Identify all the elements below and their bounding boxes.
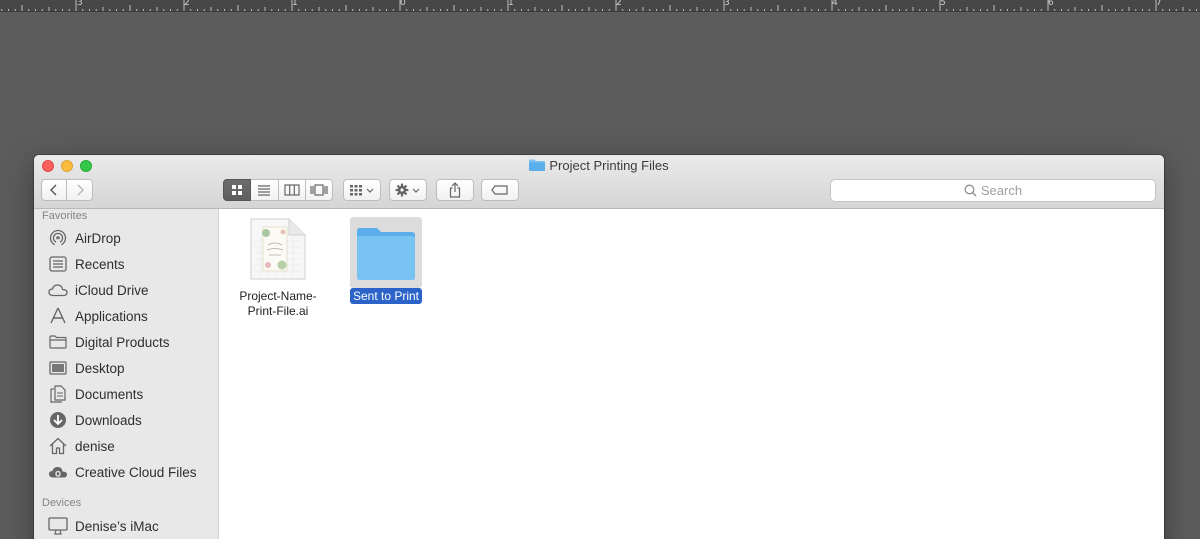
- list-view-button[interactable]: [251, 179, 279, 201]
- ai-file-icon: [250, 218, 306, 280]
- ruler-label: 1: [508, 0, 514, 8]
- sidebar-item-airdrop[interactable]: AirDrop: [48, 228, 121, 248]
- sidebar-item-label: Downloads: [75, 412, 142, 428]
- titlebar: Project Printing Files Search: [34, 155, 1164, 209]
- ruler-label: 6: [1048, 0, 1054, 8]
- window-title: Project Printing Files: [34, 158, 1164, 173]
- file-name-line2: Print-File.ai: [247, 304, 309, 318]
- downloads-icon: [48, 411, 68, 429]
- gallery-view-button[interactable]: [305, 179, 333, 201]
- file-browser-content: Project-Name- Print-File.ai Sent to Prin…: [220, 209, 1164, 539]
- devices-section-title: Devices: [42, 497, 82, 509]
- search-placeholder: Search: [980, 183, 1023, 198]
- file-name-line1: Project-Name-: [239, 289, 317, 303]
- action-button[interactable]: [389, 179, 427, 201]
- navigation-buttons: [41, 179, 93, 201]
- ruler-label: 7: [1156, 0, 1162, 8]
- sidebar-item-label: Applications: [75, 308, 148, 324]
- list-icon: [258, 185, 271, 196]
- sidebar-item-recents[interactable]: Recents: [48, 254, 125, 274]
- search-field[interactable]: Search: [830, 179, 1156, 202]
- view-mode-group: [223, 179, 333, 201]
- ruler-label: 2: [616, 0, 622, 8]
- ruler-label: 2: [184, 0, 190, 8]
- gear-icon: [395, 183, 420, 197]
- sidebar-item-label: Digital Products: [75, 334, 170, 350]
- ruler: 3 2 1 0 1 2 3 4 5 6 7: [0, 0, 1200, 12]
- chevron-left-icon: [50, 184, 57, 196]
- sidebar: Favorites AirDrop Recents iCloud Drive A…: [34, 209, 219, 539]
- icloud-icon: [48, 281, 68, 299]
- folder-name-selected[interactable]: Sent to Print: [349, 288, 423, 304]
- ruler-label: 1: [292, 0, 298, 8]
- folder-icon: [529, 159, 546, 171]
- applications-icon: [48, 307, 68, 325]
- sidebar-item-documents[interactable]: Documents: [48, 384, 143, 404]
- favorites-section-title: Favorites: [42, 210, 88, 222]
- chevron-right-icon: [77, 184, 84, 196]
- tags-button[interactable]: [481, 179, 519, 201]
- group-grid-icon: [350, 185, 374, 196]
- documents-icon: [48, 385, 68, 403]
- sidebar-item-icloud-drive[interactable]: iCloud Drive: [48, 280, 149, 300]
- back-button[interactable]: [41, 179, 67, 201]
- folder-icon: [48, 333, 68, 351]
- gallery-icon: [310, 184, 328, 196]
- desktop-icon: [48, 359, 68, 377]
- finder-window: Project Printing Files Search Favorites …: [34, 155, 1164, 539]
- sidebar-item-label: denise: [75, 438, 115, 454]
- imac-icon: [48, 517, 68, 535]
- airdrop-icon: [48, 229, 68, 247]
- ruler-label: 3: [77, 0, 83, 8]
- sidebar-item-creative-cloud-files[interactable]: Creative Cloud Files: [48, 462, 197, 482]
- home-icon: [48, 437, 68, 455]
- ruler-label: 0: [400, 0, 406, 8]
- sidebar-item-label: Recents: [75, 256, 125, 272]
- file-item-ai[interactable]: Project-Name- Print-File.ai: [230, 217, 326, 319]
- sidebar-item-label: Denise’s iMac: [75, 518, 159, 534]
- folder-item-sent-to-print[interactable]: Sent to Print: [338, 217, 434, 305]
- tag-icon: [491, 185, 508, 195]
- share-button[interactable]: [436, 179, 474, 201]
- sidebar-item-desktop[interactable]: Desktop: [48, 358, 125, 378]
- ruler-label: 5: [940, 0, 946, 8]
- sidebar-item-applications[interactable]: Applications: [48, 306, 148, 326]
- window-title-text: Project Printing Files: [549, 158, 669, 173]
- forward-button[interactable]: [67, 179, 93, 201]
- recents-icon: [48, 255, 68, 273]
- sidebar-item-imac[interactable]: Denise’s iMac: [48, 516, 159, 536]
- sidebar-item-digital-products[interactable]: Digital Products: [48, 332, 170, 352]
- sidebar-item-label: iCloud Drive: [75, 282, 149, 298]
- icon-view-button[interactable]: [223, 179, 252, 201]
- sidebar-item-label: Creative Cloud Files: [75, 464, 197, 480]
- search-icon: [964, 184, 977, 197]
- sidebar-item-label: AirDrop: [75, 230, 121, 246]
- sidebar-item-downloads[interactable]: Downloads: [48, 410, 142, 430]
- group-by-button[interactable]: [343, 179, 381, 201]
- sidebar-item-label: Desktop: [75, 360, 125, 376]
- grid-icon: [232, 185, 243, 195]
- sidebar-item-label: Documents: [75, 386, 144, 402]
- column-view-button[interactable]: [278, 179, 306, 201]
- columns-icon: [284, 184, 300, 196]
- ruler-ticks: [1, 0, 1197, 11]
- sidebar-item-denise[interactable]: denise: [48, 436, 115, 456]
- ruler-label: 4: [832, 0, 838, 8]
- creative-cloud-icon: [48, 463, 68, 481]
- ruler-label: 3: [724, 0, 730, 8]
- folder-icon: [357, 228, 415, 280]
- share-icon: [449, 182, 461, 198]
